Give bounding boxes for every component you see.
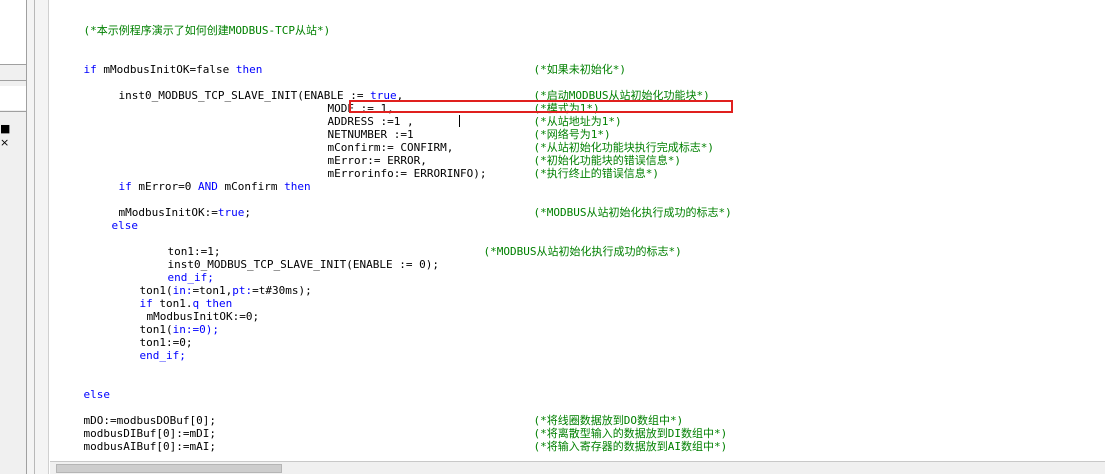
code-text: =t#30ms);	[252, 284, 312, 297]
keyword: end_if;	[139, 349, 186, 362]
code-line: else	[57, 375, 111, 401]
code-text: mModbusInitOK=false	[96, 63, 236, 76]
keyword: true	[217, 206, 245, 219]
code-text: mError=0	[131, 180, 198, 193]
panel-region-middle	[0, 86, 26, 110]
code-line: end_if;	[141, 258, 214, 284]
code-line: (*本示例程序演示了如何创建MODBUS-TCP从站*)	[57, 11, 331, 37]
code-text: mErrorinfo:= ERRORINFO);	[327, 167, 487, 180]
code-line: else	[85, 206, 139, 232]
editor-gutter	[27, 0, 49, 474]
panel-divider	[0, 111, 26, 112]
code-line-comment: (*将离散型输入的数据放到DI数组中*)	[507, 414, 728, 440]
code-line-comment: (*MODBUS从站初始化执行成功的标志*)	[507, 193, 732, 219]
comment: (*MODBUS从站初始化执行成功的标志*)	[533, 206, 732, 219]
code-line: mError:= ERROR,	[301, 141, 427, 167]
code-editor[interactable]: (*本示例程序演示了如何创建MODBUS-TCP从站*) if mModbusI…	[50, 0, 1105, 474]
comment: (*执行终止的错误信息*)	[533, 167, 660, 180]
code-line-comment: (*从站初始化功能块执行完成标志*)	[507, 128, 715, 154]
comment: (*本示例程序演示了如何创建MODBUS-TCP从站*)	[83, 24, 331, 37]
code-line: mErrorinfo:= ERRORINFO);	[301, 154, 487, 180]
code-line-comment: (*执行终止的错误信息*)	[507, 154, 660, 180]
code-line-comment: (*如果未初始化*)	[507, 50, 627, 76]
code-line-comment: (*将线圈数据放到DO数组中*)	[507, 401, 684, 427]
code-line-comment: (*初始化功能块的错误信息*)	[507, 141, 682, 167]
panel-divider	[0, 64, 26, 65]
code-text: modbusAIBuf[0]:=mAI;	[83, 440, 216, 453]
code-line: mModbusInitOK:=0;	[120, 297, 260, 323]
code-line: ton1:=0;	[113, 323, 193, 349]
code-line: modbusDIBuf[0]:=mDI;	[57, 414, 216, 440]
keyword: then	[235, 63, 263, 76]
panel-pin-close-icon[interactable]: ■ ×	[0, 122, 26, 149]
code-text: ;	[244, 206, 251, 219]
code-line: if ton1.q then	[113, 284, 233, 310]
code-line: inst0_MODBUS_TCP_SLAVE_INIT(ENABLE := tr…	[92, 76, 404, 102]
keyword: if	[83, 63, 97, 76]
code-line-comment: (*网络号为1*)	[507, 115, 611, 141]
code-line: ton1(in:=0);	[113, 310, 220, 336]
keyword: then	[284, 180, 311, 193]
code-line-comment: (*启动MODBUS从站初始化功能块*)	[507, 76, 710, 102]
comment: (*将输入寄存器的数据放到AI数组中*)	[533, 440, 728, 453]
panel-region-top	[0, 0, 26, 64]
code-line-comment: (*MODBUS从站初始化执行成功的标志*)	[457, 232, 682, 258]
code-line: ton1:=1;	[141, 232, 221, 258]
keyword: else	[83, 388, 111, 401]
code-line: if mModbusInitOK=false then	[57, 50, 263, 76]
code-line: ton1(in:=ton1,pt:=t#30ms);	[113, 271, 312, 297]
code-line: mModbusInitOK:=true;	[92, 193, 251, 219]
keyword: else	[111, 219, 139, 232]
horizontal-scrollbar[interactable]	[50, 461, 1105, 474]
code-line: NETNUMBER :=1	[301, 115, 414, 141]
code-line: mDO:=modbusDOBuf[0];	[57, 401, 216, 427]
code-line: modbusAIBuf[0]:=mAI;	[57, 427, 216, 453]
gutter-divider	[34, 0, 35, 474]
text-cursor	[459, 115, 460, 127]
comment: (*MODBUS从站初始化执行成功的标志*)	[483, 245, 682, 258]
keyword: =0);	[192, 323, 220, 336]
keyword: AND	[197, 180, 218, 193]
code-line: mConfirm:= CONFIRM,	[301, 128, 454, 154]
code-line: if mError=0 AND mConfirm then	[92, 167, 311, 193]
code-line-comment: (*将输入寄存器的数据放到AI数组中*)	[507, 427, 728, 453]
scrollbar-thumb[interactable]	[56, 464, 282, 473]
code-line: end_if;	[113, 336, 186, 362]
code-text: mConfirm	[217, 180, 285, 193]
annotation-highlight-box	[349, 100, 733, 113]
keyword: pt:	[232, 284, 253, 297]
comment: (*如果未初始化*)	[533, 63, 627, 76]
project-tree-panel: ■ ×	[0, 0, 27, 474]
code-line: inst0_MODBUS_TCP_SLAVE_INIT(ENABLE := 0)…	[141, 245, 440, 271]
keyword: if	[118, 180, 132, 193]
panel-divider	[0, 80, 26, 81]
